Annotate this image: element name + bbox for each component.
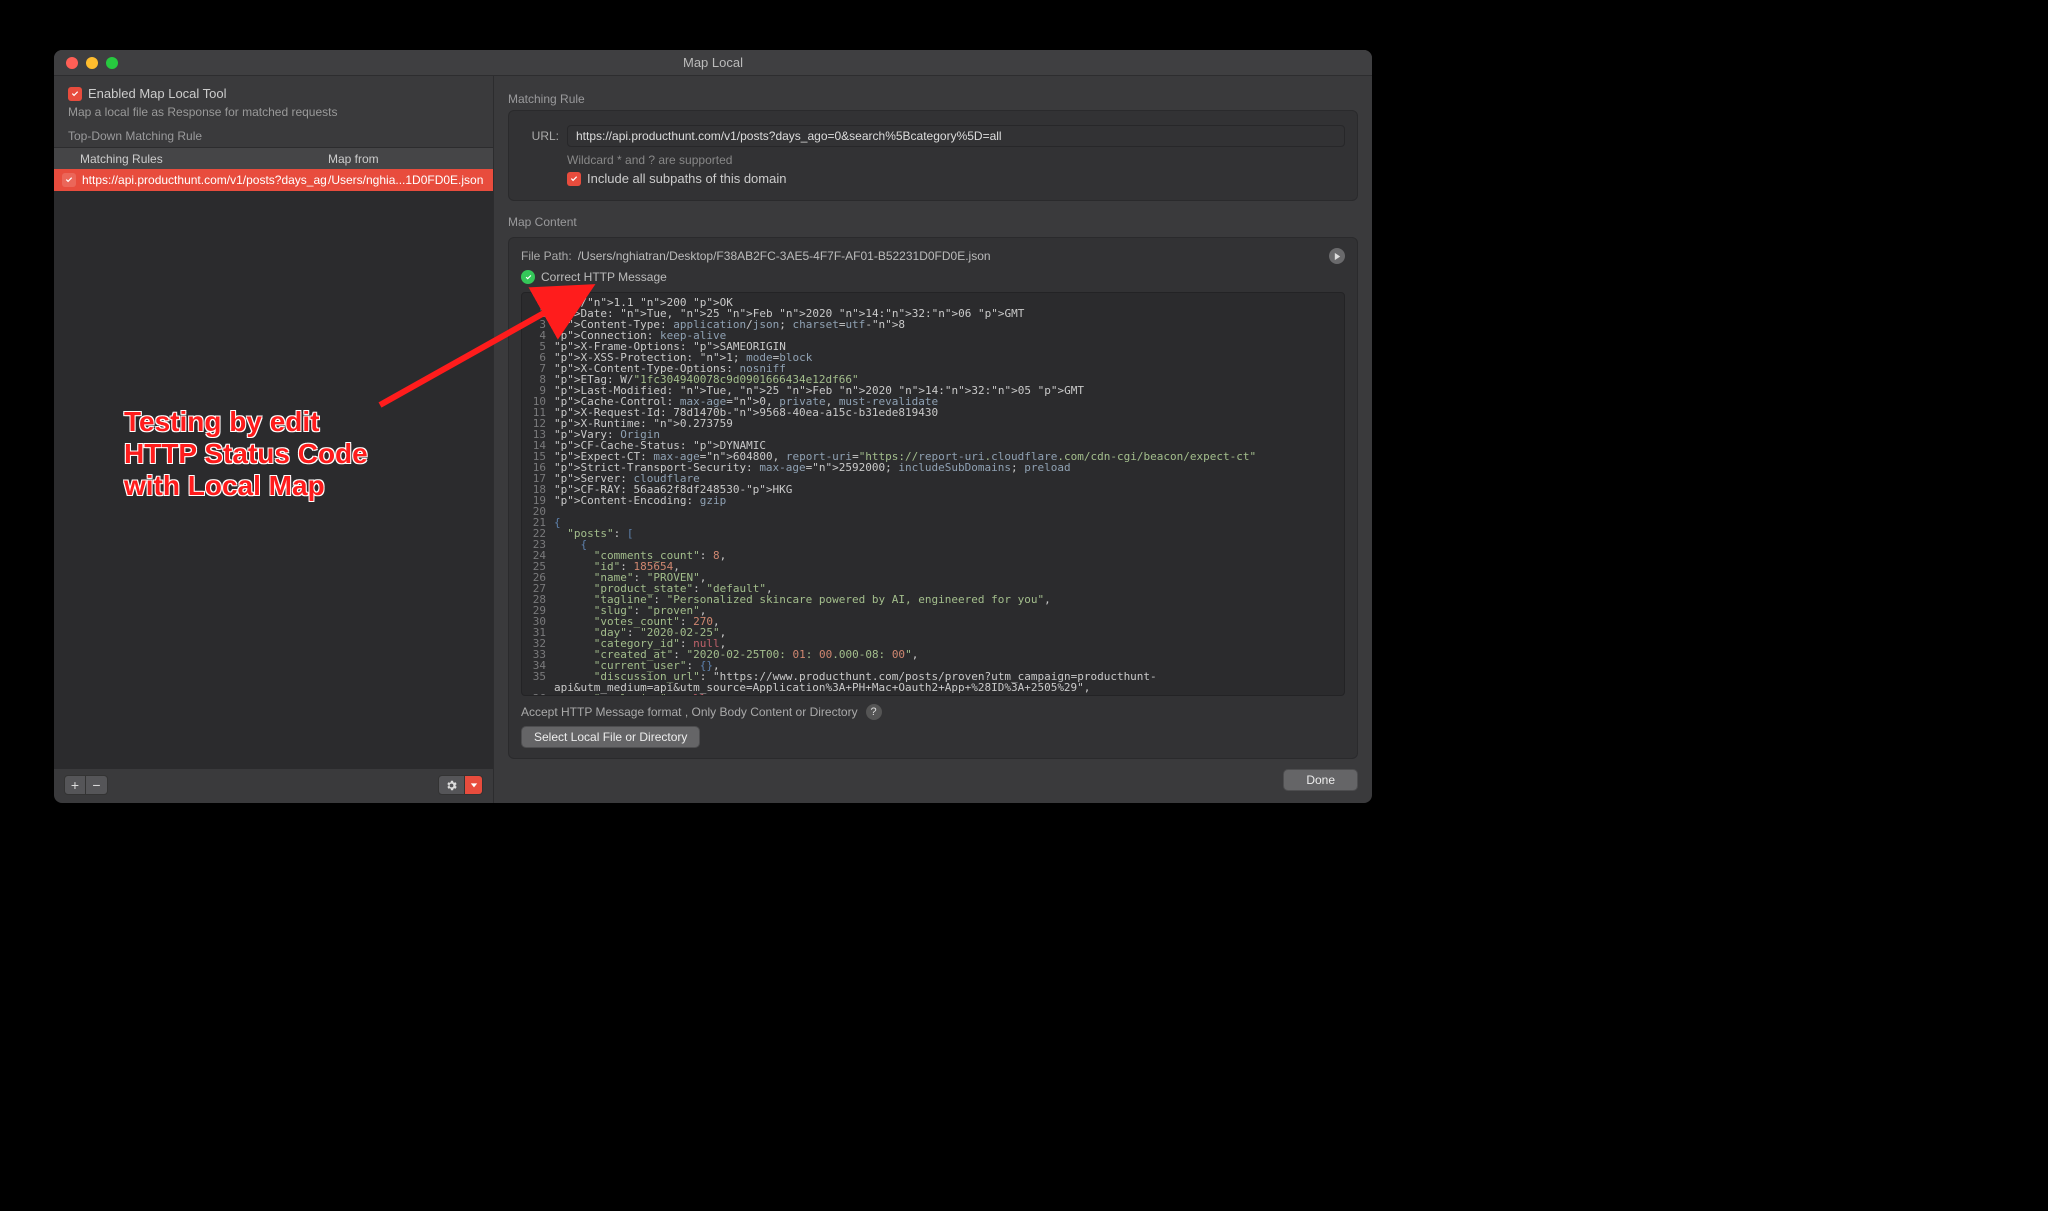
done-button[interactable]: Done: [1283, 769, 1358, 791]
rule-from: /Users/nghia...1D0FD0E.json: [328, 173, 493, 187]
map-content-panel: File Path: /Users/nghiatran/Desktop/F38A…: [508, 237, 1358, 759]
rules-header: Matching Rules Map from: [54, 147, 493, 169]
annotation-arrow: [350, 210, 610, 410]
left-description: Map a local file as Response for matched…: [68, 105, 479, 119]
url-label: URL:: [521, 129, 559, 143]
url-input[interactable]: [567, 125, 1345, 147]
rules-section-label: Top-Down Matching Rule: [68, 129, 479, 143]
check-icon: [64, 175, 74, 185]
include-subpaths-checkbox[interactable]: [567, 172, 581, 186]
code-body[interactable]: HTTP/"n">1.1 "n">200 "p">OK "p">Date: "n…: [552, 293, 1344, 695]
matching-rule-label: Matching Rule: [508, 92, 1358, 106]
code-editor[interactable]: 1 2 3 4 5 6 7 8 9 10 11 12 13 14 15 16 1…: [521, 292, 1345, 696]
check-icon: [70, 89, 80, 99]
matching-rule-panel: URL: Wildcard * and ? are supported Incl…: [508, 110, 1358, 201]
col-map-from: Map from: [328, 152, 493, 166]
select-file-button[interactable]: Select Local File or Directory: [521, 726, 700, 748]
include-subpaths-label: Include all subpaths of this domain: [587, 171, 786, 186]
rule-row[interactable]: https://api.producthunt.com/v1/posts?day…: [54, 169, 493, 191]
titlebar: Map Local: [54, 50, 1372, 76]
right-pane: Matching Rule URL: Wildcard * and ? are …: [494, 76, 1372, 803]
annotation-text: Testing by edit HTTP Status Code with Lo…: [124, 406, 368, 503]
enabled-checkbox[interactable]: [68, 87, 82, 101]
arrow-right-icon: [1333, 252, 1342, 261]
settings-button[interactable]: [438, 775, 465, 795]
window-title: Map Local: [54, 55, 1372, 70]
accept-hint: Accept HTTP Message format , Only Body C…: [521, 705, 858, 719]
enabled-label: Enabled Map Local Tool: [88, 86, 227, 101]
col-matching-rules: Matching Rules: [80, 152, 328, 166]
rule-url: https://api.producthunt.com/v1/posts?day…: [82, 173, 328, 187]
reveal-file-button[interactable]: [1329, 248, 1345, 264]
rule-checkbox[interactable]: [62, 173, 76, 187]
remove-rule-button[interactable]: −: [86, 775, 108, 795]
help-button[interactable]: ?: [866, 704, 882, 720]
wildcard-hint: Wildcard * and ? are supported: [567, 153, 1345, 167]
add-rule-button[interactable]: +: [64, 775, 86, 795]
settings-dropdown[interactable]: [465, 775, 483, 795]
file-path-value: /Users/nghiatran/Desktop/F38AB2FC-3AE5-4…: [578, 249, 1323, 263]
map-content-label: Map Content: [508, 215, 1358, 229]
gear-icon: [445, 779, 458, 792]
chevron-down-icon: [470, 781, 478, 789]
check-icon: [569, 174, 579, 184]
